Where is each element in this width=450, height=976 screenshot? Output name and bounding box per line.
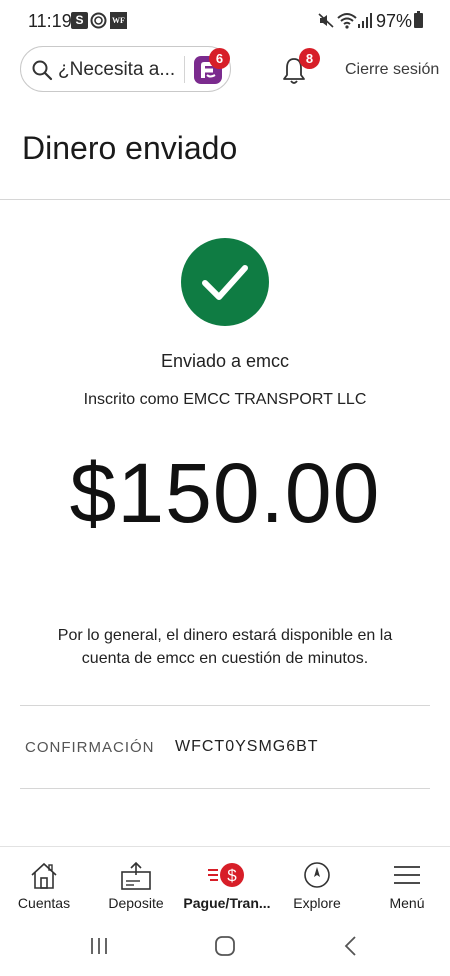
recipient-text: Enviado a emcc	[160, 351, 290, 371]
notification-badge: 8	[299, 48, 320, 69]
hamburger-icon	[394, 866, 420, 884]
search-icon	[32, 60, 53, 81]
nav-accounts[interactable]: Cuentas	[0, 847, 88, 917]
battery-percent: 97%	[376, 11, 413, 31]
recent-apps-icon[interactable]	[89, 936, 109, 956]
checkmark-icon	[202, 265, 248, 300]
wifi-icon	[337, 13, 357, 29]
nav-deposit[interactable]: Deposite	[93, 847, 179, 917]
deposit-icon	[121, 861, 151, 890]
page-title: Dinero enviado	[22, 130, 238, 166]
svg-text:$: $	[227, 866, 237, 885]
header-divider	[0, 199, 450, 200]
logout-link[interactable]: Cierre sesión	[345, 61, 439, 79]
nav-pay-transfer-label: Pague/Tran...	[183, 895, 271, 911]
status-time: 11:19	[28, 11, 72, 31]
system-nav-bar	[0, 916, 450, 976]
nav-explore-label: Explore	[293, 895, 341, 911]
nav-menu-label: Menú	[389, 895, 425, 911]
house-icon	[31, 862, 57, 889]
pay-transfer-icon: $	[208, 863, 244, 887]
wf-icon: WF	[110, 12, 127, 29]
search-placeholder: ¿Necesita a...	[58, 59, 176, 80]
bottom-nav: Cuentas Deposite $ Pague/Tran... Explore	[0, 846, 450, 916]
nav-accounts-label: Cuentas	[17, 895, 71, 911]
search-input[interactable]: ¿Necesita a...	[20, 46, 231, 92]
nav-explore[interactable]: Explore	[275, 847, 359, 917]
compass-icon	[304, 862, 330, 888]
confirmation-label: CONFIRMACIÓN	[25, 739, 155, 756]
battery-icon	[414, 11, 423, 28]
ring-icon	[90, 12, 107, 29]
nav-deposit-label: Deposite	[108, 895, 164, 911]
s-app-icon: S	[71, 12, 88, 29]
amount-sent: $150.00	[69, 446, 381, 540]
status-bar: 11:19 S WF 97%	[0, 0, 450, 42]
availability-note: Por lo general, el dinero estará disponi…	[57, 627, 393, 667]
divider	[20, 788, 430, 789]
mute-icon	[318, 13, 334, 28]
search-divider	[184, 56, 185, 83]
nav-pay-transfer[interactable]: $ Pague/Tran...	[179, 847, 275, 917]
signal-icon	[358, 13, 372, 28]
success-check-icon	[181, 238, 269, 326]
nav-menu[interactable]: Menú	[364, 847, 450, 917]
home-button-icon[interactable]	[214, 935, 236, 957]
back-icon[interactable]	[343, 935, 359, 957]
confirmation-code: WFCT0YSMG6BT	[175, 738, 319, 755]
divider	[20, 705, 430, 706]
enrolled-as-text: Inscrito como EMCC TRANSPORT LLC	[83, 391, 367, 408]
fargo-badge: 6	[209, 48, 230, 69]
